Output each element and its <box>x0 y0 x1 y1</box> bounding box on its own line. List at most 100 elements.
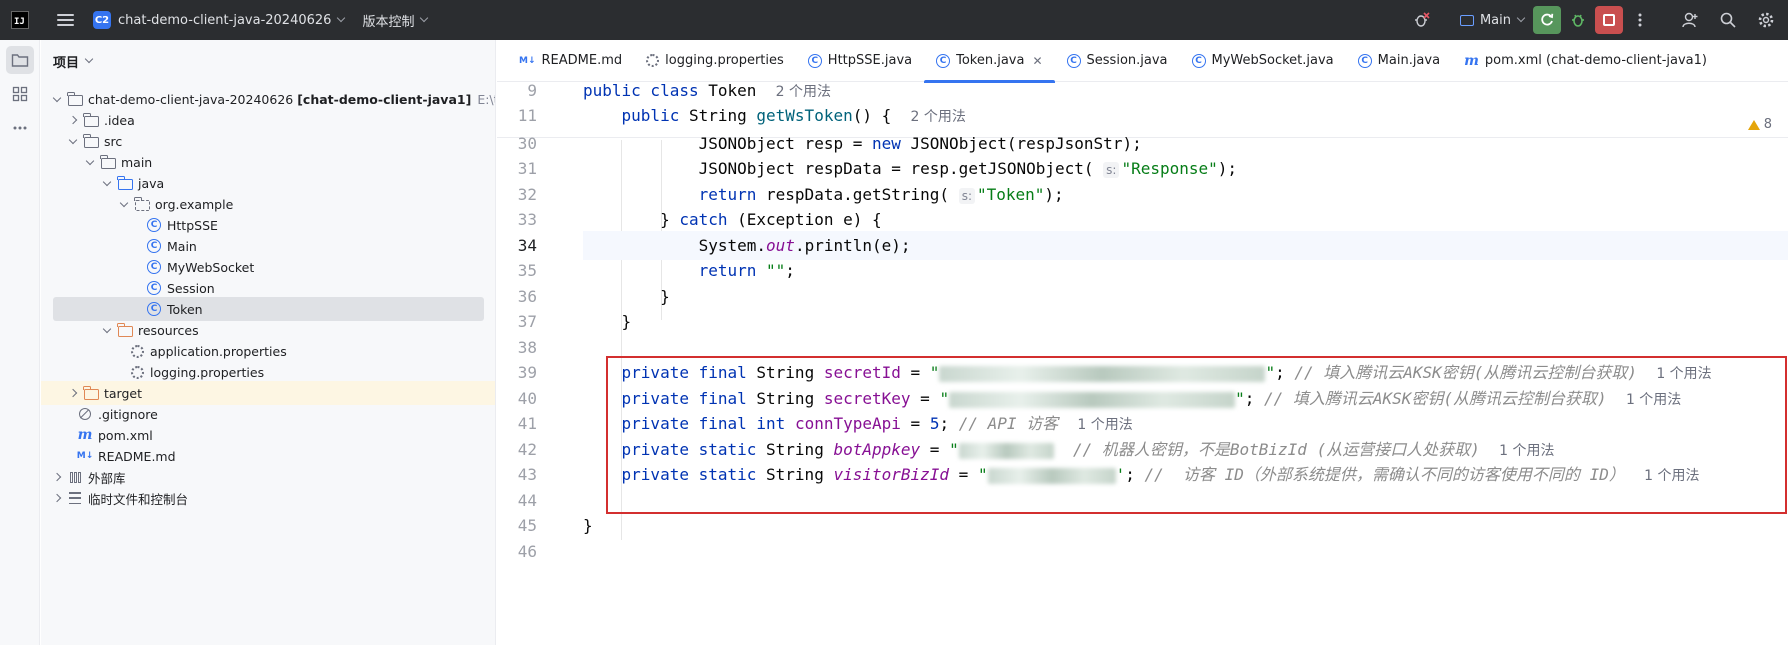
tree-node-label: 外部库 <box>88 470 126 486</box>
warning-count: 8 <box>1763 117 1772 132</box>
usage-count[interactable]: 2 个用法 <box>776 84 831 100</box>
line-number: 11 <box>517 106 537 125</box>
rerun-button[interactable] <box>1533 6 1561 34</box>
expand-arrow-icon[interactable] <box>103 179 111 187</box>
tree-node-label: org.example <box>155 196 234 212</box>
expand-arrow-icon[interactable] <box>69 116 77 124</box>
line-number: 43 <box>517 465 537 484</box>
class-icon: C <box>936 53 951 68</box>
expand-arrow-icon[interactable] <box>53 95 61 103</box>
line-number: 39 <box>517 363 537 382</box>
inspection-widget[interactable]: 8 <box>1747 117 1772 132</box>
class-icon: C <box>146 280 162 296</box>
tree-node-label: target <box>104 385 143 401</box>
class-icon: C <box>1066 53 1081 68</box>
tab-label: Token.java <box>956 53 1025 68</box>
line-number: 33 <box>517 210 537 229</box>
expand-arrow-icon[interactable] <box>103 326 111 334</box>
tab-token[interactable]: C Token.java ✕ <box>924 40 1055 83</box>
search-icon[interactable] <box>1714 6 1742 34</box>
tree-node-label: .idea <box>104 112 135 128</box>
code-line-37[interactable]: } <box>583 307 632 336</box>
expand-arrow-icon[interactable] <box>69 137 77 145</box>
tree-node-label: logging.properties <box>150 364 265 380</box>
project-name: chat-demo-client-java-20240626 <box>118 12 332 28</box>
class-icon: C <box>1191 53 1206 68</box>
tab-label: pom.xml (chat-demo-client-java1) <box>1484 53 1707 68</box>
code-line-35[interactable]: return ""; <box>583 256 795 285</box>
expand-arrow-icon[interactable] <box>53 494 61 502</box>
tree-node-label: java <box>138 175 165 191</box>
class-icon: C <box>146 259 162 275</box>
code-line-45[interactable]: } <box>583 511 593 540</box>
debug-disabled-icon[interactable] <box>1408 6 1436 34</box>
title-bar: IJ C2 chat-demo-client-java-20240626 版本控… <box>0 0 1788 40</box>
close-tab-icon[interactable]: ✕ <box>1032 54 1042 68</box>
class-icon: C <box>146 217 162 233</box>
source-folder-icon <box>117 175 133 191</box>
tab-label: Session.java <box>1086 53 1168 68</box>
tab-label: MyWebSocket.java <box>1211 53 1334 68</box>
class-icon: C <box>1357 53 1372 68</box>
tree-node-scratches[interactable]: 临时文件和控制台 <box>41 486 495 510</box>
run-config-selector[interactable]: Main <box>1459 13 1526 28</box>
sticky-line-method[interactable]: public String getWsToken() { 2 个用法 <box>583 101 966 130</box>
markdown-icon: M↓ <box>76 451 94 461</box>
main-menu-icon[interactable] <box>57 14 74 26</box>
expand-arrow-icon[interactable] <box>69 389 77 397</box>
tree-node-path: E:\tools\c <box>477 91 495 107</box>
tree-node-label: .gitignore <box>98 406 158 422</box>
markdown-icon: M↓ <box>519 55 536 66</box>
tab-session[interactable]: C Session.java <box>1055 40 1180 82</box>
tab-label: README.md <box>541 53 623 68</box>
tree-node-label: README.md <box>98 448 176 464</box>
expand-arrow-icon[interactable] <box>53 473 61 481</box>
tree-node-label: chat-demo-client-java-20240626 [chat-dem… <box>88 91 472 107</box>
ignore-file-icon <box>77 406 93 422</box>
project-tool-window: 项目 chat-demo-client-java-20240626 [chat-… <box>41 40 496 645</box>
folder-icon <box>83 112 99 128</box>
project-panel-title: 项目 <box>53 55 80 71</box>
vcs-menu[interactable]: 版本控制 <box>362 11 429 30</box>
project-panel-header[interactable]: 项目 <box>41 40 495 82</box>
line-number: 37 <box>517 312 537 331</box>
tab-pom[interactable]: m pom.xml (chat-demo-client-java1) <box>1452 40 1719 82</box>
resources-folder-icon <box>117 322 133 338</box>
tab-label: logging.properties <box>665 53 784 68</box>
library-icon <box>67 469 83 485</box>
debug-icon[interactable] <box>1564 6 1592 34</box>
maven-icon: m <box>1464 52 1479 69</box>
line-number: 45 <box>517 516 537 535</box>
settings-gear-icon[interactable] <box>1752 6 1780 34</box>
usage-count[interactable]: 2 个用法 <box>911 109 966 125</box>
code-line-33[interactable]: } catch (Exception e) { <box>583 205 882 234</box>
tab-main[interactable]: C Main.java <box>1346 40 1452 82</box>
project-folder-icon[interactable] <box>6 46 34 74</box>
line-number: 35 <box>517 261 537 280</box>
project-switcher[interactable]: C2 chat-demo-client-java-20240626 <box>91 6 350 34</box>
more-actions-icon[interactable] <box>1626 6 1654 34</box>
line-number: 31 <box>517 159 537 178</box>
runnable-class-icon: C <box>146 238 162 254</box>
add-user-icon[interactable] <box>1676 6 1704 34</box>
expand-arrow-icon[interactable] <box>86 158 94 166</box>
folder-icon <box>100 154 116 170</box>
stop-button[interactable] <box>1595 6 1623 34</box>
tree-node-label: application.properties <box>150 343 287 359</box>
class-icon: C <box>146 301 162 317</box>
code-line-31[interactable]: JSONObject respData = resp.getJSONObject… <box>583 154 1237 183</box>
expand-arrow-icon[interactable] <box>120 200 128 208</box>
chevron-down-icon <box>337 13 346 23</box>
folder-icon <box>67 91 83 107</box>
warning-icon <box>1747 119 1760 130</box>
tab-label: HttpSSE.java <box>827 53 913 68</box>
structure-icon[interactable] <box>6 80 34 108</box>
tab-label: Main.java <box>1377 53 1441 68</box>
more-tools-icon[interactable] <box>6 114 34 142</box>
project-badge: C2 <box>93 11 111 29</box>
maven-icon: m <box>77 427 93 443</box>
annotation-highlight-box <box>606 356 1787 514</box>
tab-mywebsocket[interactable]: C MyWebSocket.java <box>1180 40 1346 82</box>
code-editor: M↓ README.md logging.properties C HttpSS… <box>497 40 1788 645</box>
intellij-logo-icon[interactable]: IJ <box>11 11 29 29</box>
